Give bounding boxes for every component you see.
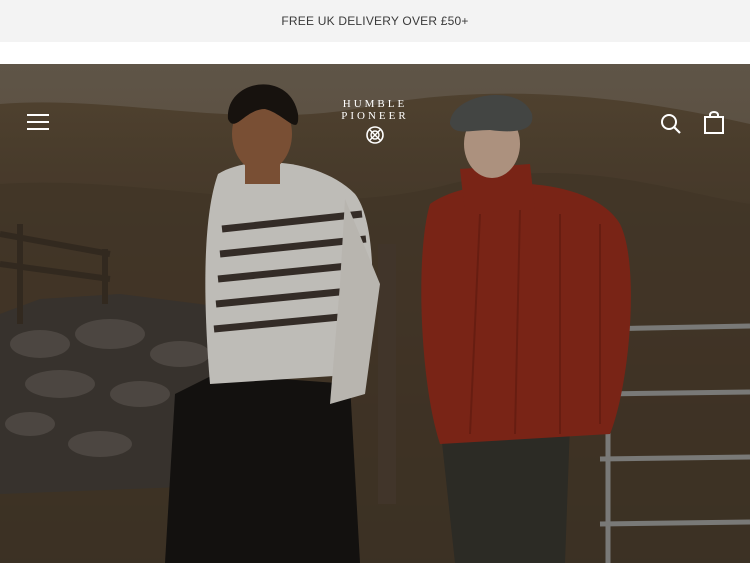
site-header: HUMBLE PIONEER [0,64,750,154]
hamburger-menu-icon[interactable] [27,114,51,132]
announcement-text: FREE UK DELIVERY OVER £50+ [281,14,469,28]
shopping-bag-icon[interactable] [703,110,725,134]
header-spacer [0,42,750,64]
logo-line-1: HUMBLE [342,98,408,110]
compass-logo-icon [366,126,384,144]
search-icon[interactable] [660,113,682,135]
announcement-bar: FREE UK DELIVERY OVER £50+ [0,0,750,42]
logo-line-2: PIONEER [341,110,409,122]
site-logo[interactable]: HUMBLE PIONEER [325,98,425,145]
